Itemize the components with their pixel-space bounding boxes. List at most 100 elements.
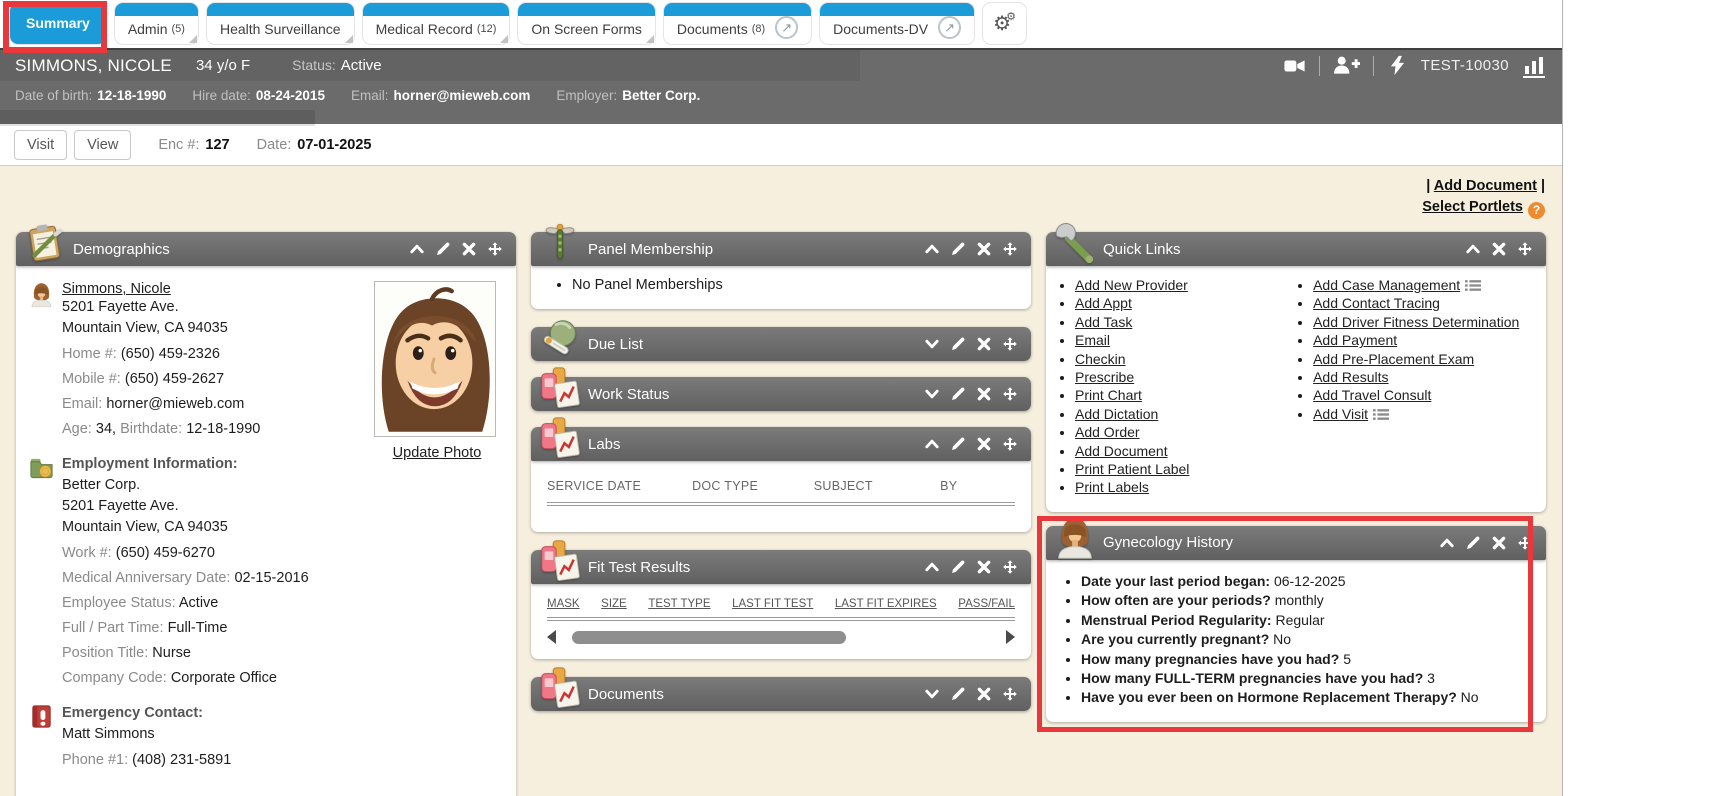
close-x-icon[interactable]: [976, 336, 992, 352]
close-x-icon[interactable]: [976, 686, 992, 702]
move-cross-icon[interactable]: [1002, 336, 1018, 352]
open-new-icon[interactable]: ↗: [938, 16, 961, 39]
content-links: | Add Document | Select Portlets?: [16, 176, 1545, 219]
encounter-toolbar: Visit View Enc #:127 Date:07-01-2025: [0, 124, 1562, 166]
portlet-header-gynecology[interactable]: Gynecology History: [1046, 526, 1546, 560]
column-link[interactable]: LAST FIT TEST: [732, 598, 813, 610]
close-x-icon[interactable]: [1491, 535, 1507, 551]
select-portlets-link[interactable]: Select Portlets: [1422, 199, 1523, 215]
tab-admin[interactable]: Admin(5): [115, 3, 198, 44]
tab-health-surveillance[interactable]: Health Surveillance: [207, 3, 354, 44]
tab-documents[interactable]: Documents(8)↗: [664, 3, 811, 44]
portlet-header-work-status[interactable]: Work Status: [531, 377, 1031, 411]
collapse-chevron-icon[interactable]: [924, 436, 940, 452]
portlet-header-labs[interactable]: Labs: [531, 427, 1031, 461]
move-cross-icon[interactable]: [1517, 241, 1533, 257]
column-link[interactable]: MASK: [547, 598, 580, 610]
column-link[interactable]: SIZE: [601, 598, 627, 610]
section-heading: Employment Information:: [62, 454, 502, 475]
emergency-section: Emergency Contact: Matt Simmons Phone #1…: [28, 703, 502, 770]
patient-age-sex: 34 y/o F: [196, 57, 250, 74]
column-link[interactable]: LAST FIT EXPIRES: [835, 598, 937, 610]
close-x-icon[interactable]: [976, 436, 992, 452]
quick-link: Print Patient Label: [1075, 461, 1284, 478]
add-document-link[interactable]: Add Document: [1434, 178, 1537, 194]
view-button[interactable]: View: [74, 130, 131, 160]
tab-summary[interactable]: Summary: [10, 3, 106, 44]
video-camera-icon[interactable]: [1283, 55, 1306, 77]
portlet-header-documents[interactable]: Documents: [531, 677, 1031, 711]
move-cross-icon[interactable]: [1002, 436, 1018, 452]
scrollbar-track[interactable]: [563, 631, 999, 644]
person-add-icon[interactable]: [1333, 54, 1360, 77]
header-scrollbar-thumb[interactable]: [0, 110, 315, 126]
move-cross-icon[interactable]: [1002, 686, 1018, 702]
bottle-chart-icon: [537, 365, 583, 411]
help-icon[interactable]: ?: [1528, 202, 1545, 219]
edit-pencil-icon[interactable]: [1465, 535, 1481, 551]
portlet-header-quick-links[interactable]: Quick Links: [1046, 232, 1546, 266]
gyn-item: How many pregnancies have you had? 5: [1081, 651, 1536, 668]
encounter-date: Date:07-01-2025: [257, 137, 372, 153]
collapse-chevron-icon[interactable]: [924, 241, 940, 257]
tab-medical-record[interactable]: Medical Record(12): [363, 3, 510, 44]
tab-bar: Summary Admin(5) Health Surveillance Med…: [0, 0, 1562, 48]
edit-pencil-icon[interactable]: [950, 386, 966, 402]
quick-link: Add Pre-Placement Exam: [1313, 351, 1542, 368]
close-x-icon[interactable]: [976, 559, 992, 575]
tab-on-screen-forms[interactable]: On Screen Forms: [518, 3, 654, 44]
collapse-chevron-icon[interactable]: [1465, 241, 1481, 257]
scroll-right-arrow[interactable]: [1006, 630, 1015, 644]
visit-button[interactable]: Visit: [14, 130, 67, 160]
column-link[interactable]: PASS/FAIL: [958, 598, 1015, 610]
edit-pencil-icon[interactable]: [950, 559, 966, 575]
patient-name-link[interactable]: Simmons, Nicole: [62, 281, 171, 297]
close-x-icon[interactable]: [461, 241, 477, 257]
collapse-chevron-icon[interactable]: [1439, 535, 1455, 551]
move-cross-icon[interactable]: [1002, 241, 1018, 257]
collapse-chevron-icon[interactable]: [924, 559, 940, 575]
quick-link: Add Task: [1075, 314, 1284, 331]
annotation-box-gynecology: Gynecology History Date your last period…: [1046, 516, 1546, 732]
edit-pencil-icon[interactable]: [435, 241, 451, 257]
settings-gear-button[interactable]: ⚙⚙: [983, 3, 1026, 44]
bottle-chart-icon: [537, 415, 583, 461]
close-x-icon[interactable]: [976, 386, 992, 402]
medical-anniversary: Medical Anniversary Date: 02-15-2016: [62, 568, 502, 588]
close-x-icon[interactable]: [976, 241, 992, 257]
edit-pencil-icon[interactable]: [950, 686, 966, 702]
edit-pencil-icon[interactable]: [950, 436, 966, 452]
column-link[interactable]: TEST TYPE: [648, 598, 710, 610]
expand-chevron-icon[interactable]: [924, 336, 940, 352]
table-divider: [547, 617, 1015, 621]
field-email: Email:horner@mieweb.com: [351, 88, 530, 103]
portlet-header-fit-test[interactable]: Fit Test Results: [531, 550, 1031, 584]
move-cross-icon[interactable]: [1002, 386, 1018, 402]
move-cross-icon[interactable]: [1002, 559, 1018, 575]
emergency-phone: Phone #1: (408) 231-5891: [62, 750, 502, 770]
tab-documents-dv[interactable]: Documents-DV↗: [820, 3, 974, 44]
portlet-header-panel-membership[interactable]: Panel Membership: [531, 232, 1031, 266]
quick-links-column-1: Add New Provider Add Appt Add Task Email…: [1046, 276, 1284, 498]
collapse-chevron-icon[interactable]: [409, 241, 425, 257]
lightning-bolt-icon[interactable]: [1387, 55, 1408, 76]
close-x-icon[interactable]: [1491, 241, 1507, 257]
expand-chevron-icon[interactable]: [924, 386, 940, 402]
scroll-left-arrow[interactable]: [547, 630, 556, 644]
quick-link: Add Visit: [1313, 406, 1542, 423]
quick-link: Email: [1075, 332, 1284, 349]
move-cross-icon[interactable]: [1517, 535, 1533, 551]
bar-chart-icon[interactable]: [1522, 54, 1546, 78]
scrollbar-thumb[interactable]: [572, 631, 847, 644]
tab-label: Summary: [26, 16, 90, 31]
tab-count: (12): [477, 22, 497, 37]
portlet-header-demographics[interactable]: Demographics: [16, 232, 516, 266]
expand-chevron-icon[interactable]: [924, 686, 940, 702]
emergency-name: Matt Simmons: [62, 724, 502, 745]
open-new-icon[interactable]: ↗: [775, 16, 798, 39]
edit-pencil-icon[interactable]: [950, 336, 966, 352]
portlet-header-due-list[interactable]: Due List: [531, 327, 1031, 361]
labs-body: SERVICE DATE DOC TYPE SUBJECT BY: [531, 461, 1031, 532]
edit-pencil-icon[interactable]: [950, 241, 966, 257]
move-cross-icon[interactable]: [487, 241, 503, 257]
